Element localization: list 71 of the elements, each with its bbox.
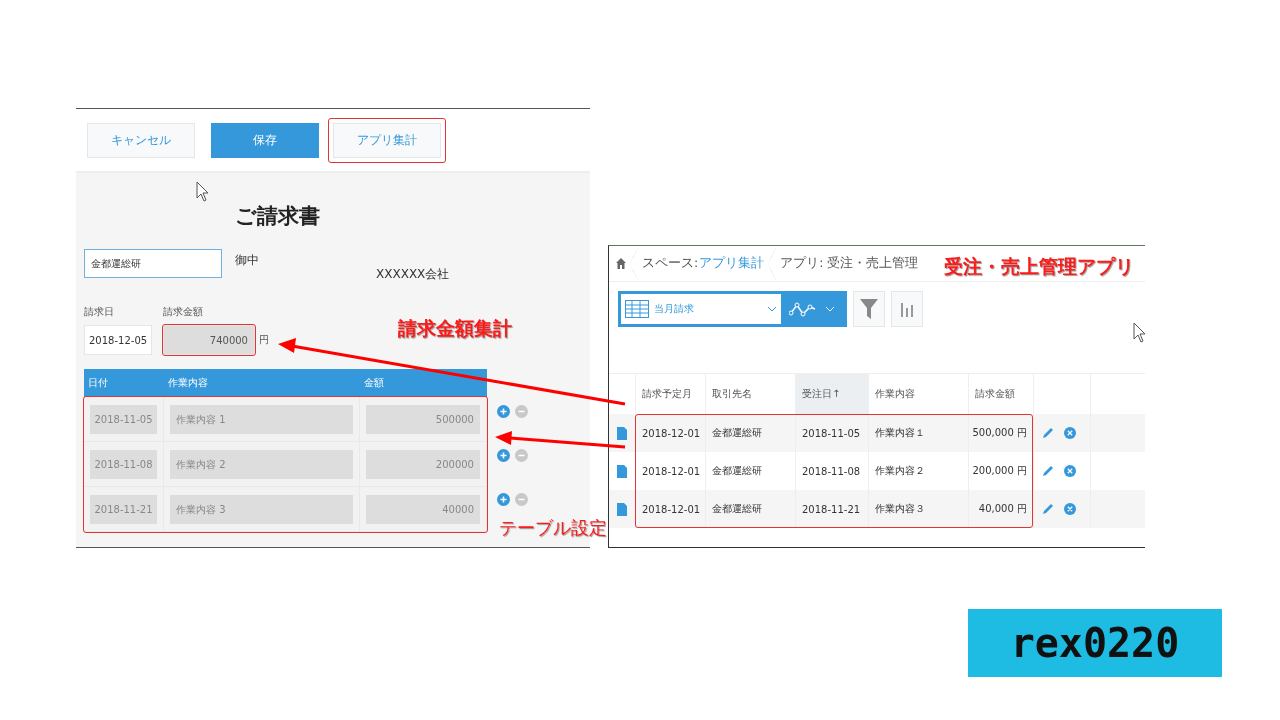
document-icon[interactable]	[617, 426, 627, 440]
delete-icon[interactable]	[1064, 503, 1076, 515]
table-cell: 金都運総研	[706, 490, 796, 528]
table-cell[interactable]: 200000	[366, 450, 480, 479]
table-icon	[625, 300, 649, 318]
table-cell[interactable]: 2018-11-08	[90, 450, 157, 479]
bar-chart-icon	[901, 301, 913, 317]
toolbar-button[interactable]: 保存	[211, 122, 319, 158]
table-cell: 2018-12-01	[636, 414, 706, 452]
view-select[interactable]: 当月請求	[621, 294, 781, 324]
company-name: XXXXXX会社	[376, 266, 450, 283]
table-cell[interactable]: 500000	[366, 405, 480, 434]
column-header[interactable]: 請求金額	[969, 374, 1034, 414]
column-header[interactable]: 作業内容	[869, 374, 969, 414]
document-title: ご請求書	[235, 203, 320, 230]
table-cell[interactable]: 2018-11-05	[90, 405, 157, 434]
annotation-label: テーブル設定	[499, 516, 607, 540]
table-cell: 作業内容１	[869, 414, 969, 452]
table-cell: 2018-11-21	[796, 490, 869, 528]
remove-row-icon[interactable]	[515, 449, 528, 462]
table-cell: 500,000 円	[969, 414, 1034, 452]
chevron-icon	[767, 306, 777, 312]
field-label: 請求金額	[163, 305, 204, 319]
table-cell[interactable]: 作業内容 1	[170, 405, 353, 434]
funnel-icon	[860, 299, 878, 319]
table-cell: 2018-12-01	[636, 490, 706, 528]
delete-icon[interactable]	[1064, 465, 1076, 477]
table-cell: 作業内容３	[869, 490, 969, 528]
toolbar-button[interactable]: アプリ集計	[333, 122, 441, 158]
add-row-icon[interactable]	[497, 405, 510, 418]
filter-button[interactable]	[853, 291, 885, 327]
table-cell[interactable]: 40000	[366, 495, 480, 524]
cursor-icon	[196, 181, 210, 203]
column-header[interactable]: 受注日↑	[796, 374, 869, 414]
delete-icon[interactable]	[1064, 427, 1076, 439]
pencil-icon[interactable]	[1042, 465, 1054, 477]
field-label: 請求日	[84, 305, 115, 319]
document-icon[interactable]	[617, 464, 627, 478]
logo: rex0220	[968, 609, 1222, 677]
table-cell: 金都運総研	[706, 414, 796, 452]
chevron-icon	[825, 306, 835, 312]
document-icon[interactable]	[617, 502, 627, 516]
unit-label: 円	[259, 333, 269, 347]
remove-row-icon[interactable]	[515, 405, 528, 418]
home-icon[interactable]	[616, 258, 626, 269]
line-graph-icon	[789, 300, 817, 318]
column-header[interactable]: 請求予定月	[636, 374, 706, 414]
table-cell[interactable]: 作業内容 2	[170, 450, 353, 479]
pencil-icon[interactable]	[1042, 427, 1054, 439]
honorific-label: 御中	[235, 252, 259, 269]
add-row-icon[interactable]	[497, 493, 510, 506]
date-field[interactable]: 2018-12-05	[84, 325, 152, 355]
column-header: 作業内容	[167, 376, 209, 390]
table-cell: 40,000 円	[969, 490, 1034, 528]
add-row-icon[interactable]	[497, 449, 510, 462]
toolbar-button[interactable]: キャンセル	[87, 122, 195, 158]
pencil-icon[interactable]	[1042, 503, 1054, 515]
annotation-label: 請求金額集計	[398, 316, 512, 341]
breadcrumb-label: スペース:	[642, 255, 699, 272]
breadcrumb-link[interactable]: アプリ集計	[699, 255, 765, 272]
column-header: 日付	[87, 376, 109, 390]
customer-field[interactable]: 金都運総研	[84, 249, 222, 278]
table-cell: 2018-11-05	[796, 414, 869, 452]
table-cell[interactable]: 作業内容 3	[170, 495, 353, 524]
graph-button[interactable]	[891, 291, 923, 327]
annotation-label: 受注・売上管理アプリ	[944, 254, 1134, 279]
table-cell[interactable]: 2018-11-21	[90, 495, 157, 524]
column-header: 金額	[363, 376, 385, 390]
breadcrumb-label: アプリ: 受注・売上管理	[780, 255, 919, 272]
remove-row-icon[interactable]	[515, 493, 528, 506]
amount-field[interactable]: 740000	[163, 325, 255, 355]
